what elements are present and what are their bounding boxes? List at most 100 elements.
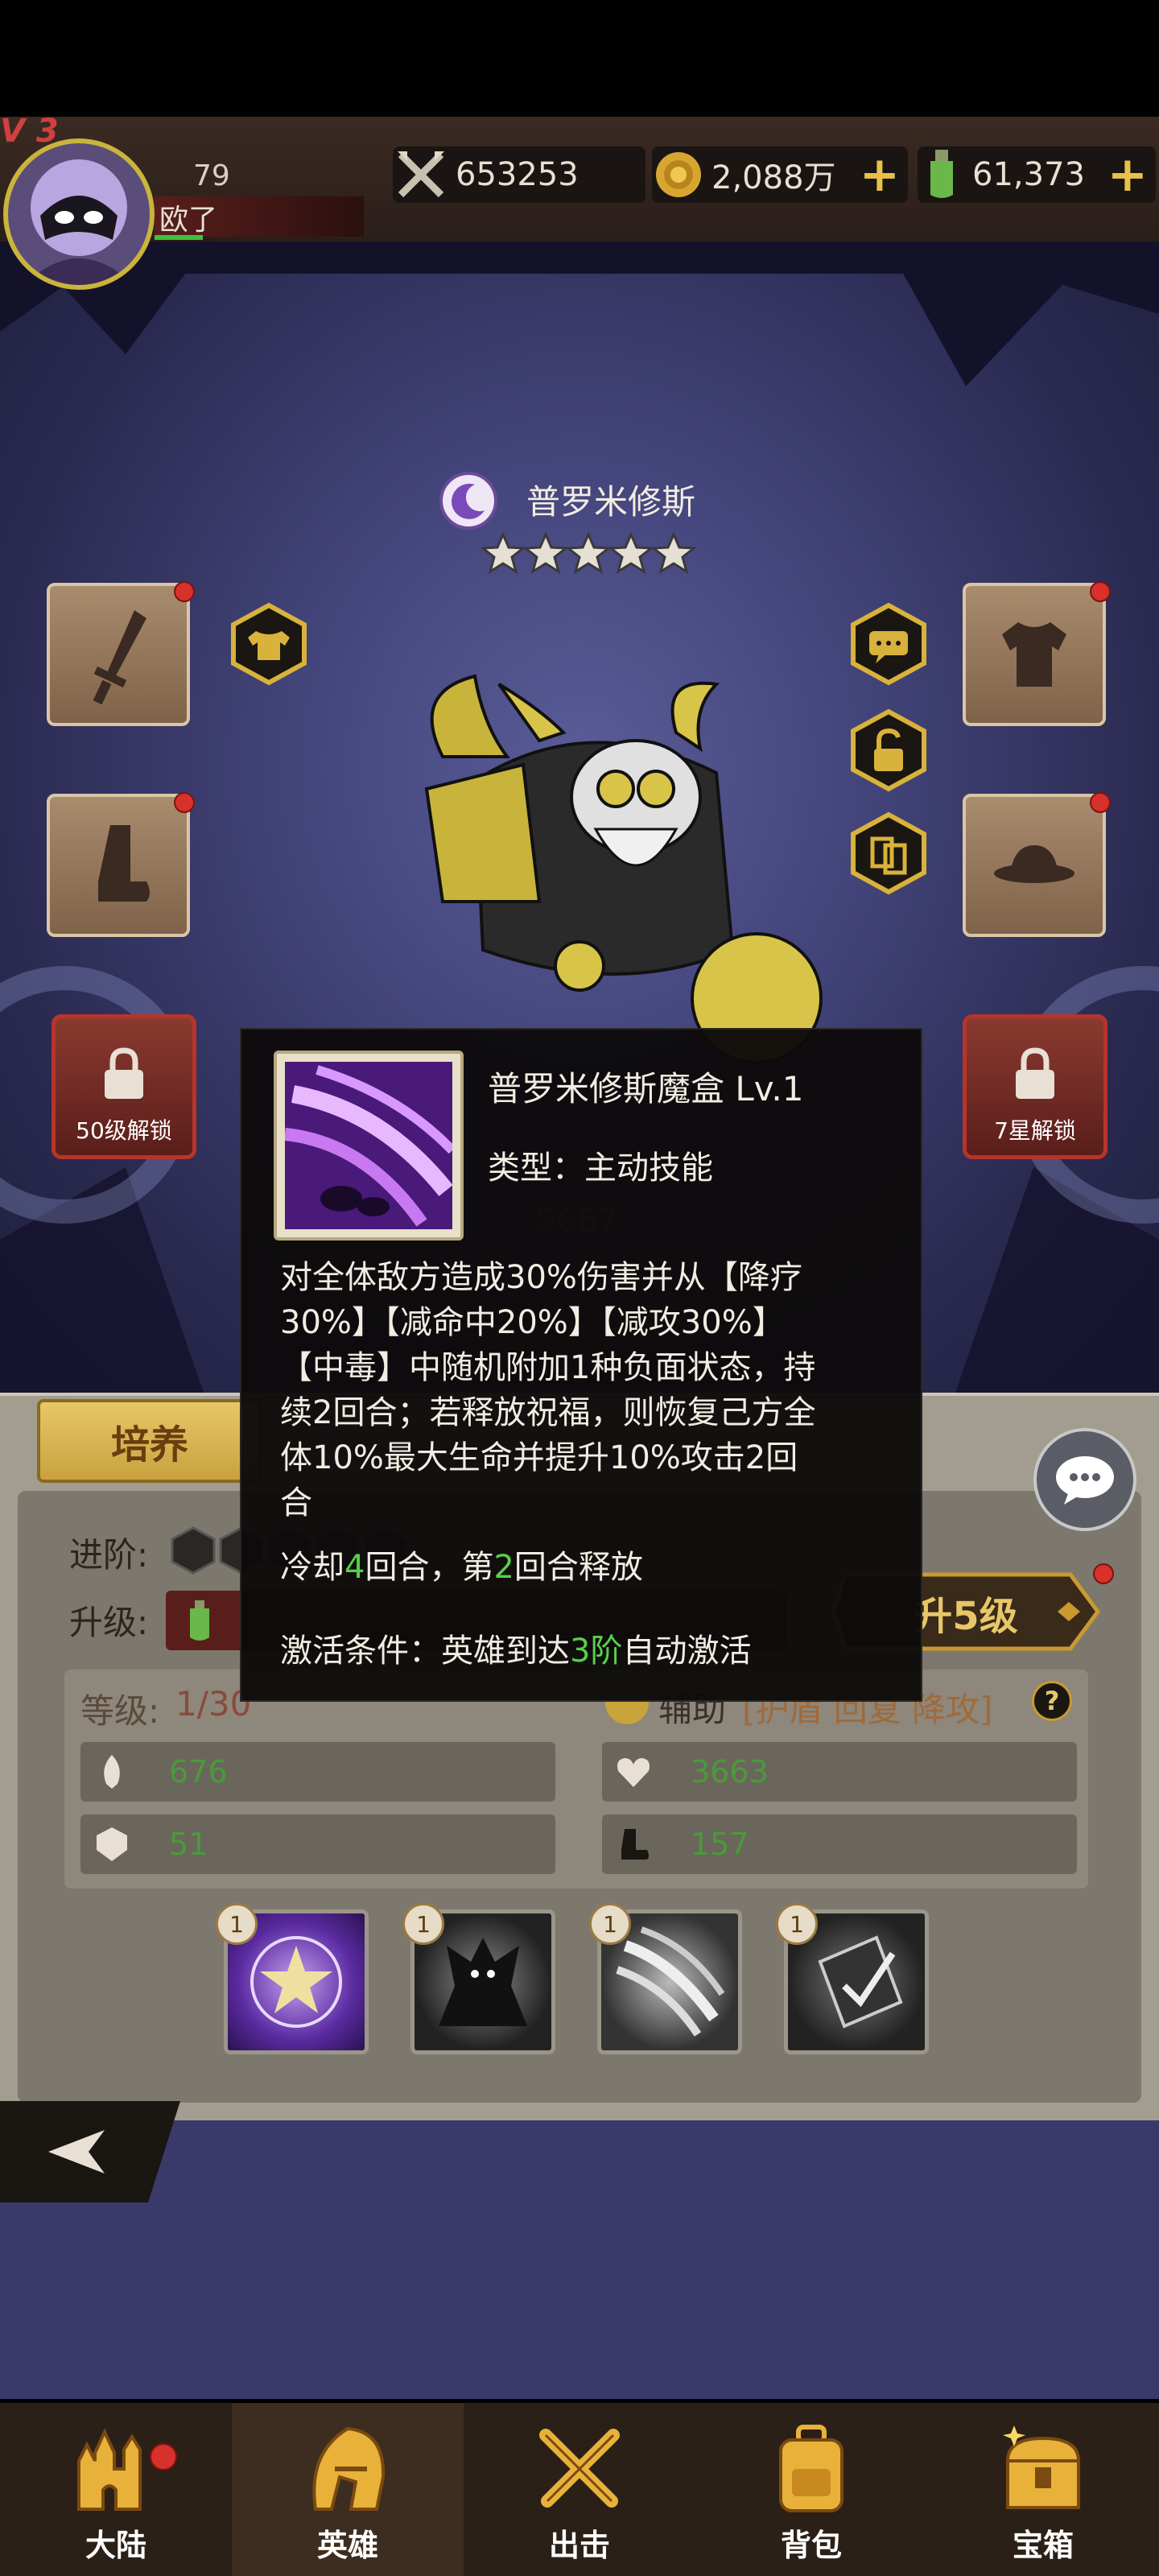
locked-slot-left-label: 50级解锁: [76, 1117, 172, 1144]
treasure-chest-icon: [1003, 2425, 1081, 2509]
hero-name: 普罗米修斯: [526, 482, 696, 522]
speed-boot-icon: [613, 1824, 654, 1864]
chat-hex-button[interactable]: [850, 602, 927, 686]
speed-value: 157: [691, 1827, 749, 1862]
player-avatar[interactable]: [3, 138, 155, 290]
tooltip-title: 普罗米修斯魔盒 Lv.1: [488, 1069, 804, 1108]
vip-badge: V 3: [0, 113, 59, 150]
add-potion-button[interactable]: +: [1107, 147, 1148, 203]
outfit-hex-button[interactable]: [230, 602, 307, 686]
nav-backpack[interactable]: 背包: [695, 2403, 927, 2576]
helmet-icon: [312, 2426, 386, 2511]
castle-icon: [77, 2428, 142, 2511]
backpack-icon: [779, 2425, 843, 2512]
attack-stat: 676: [80, 1742, 555, 1802]
lock-icon: [105, 1047, 143, 1099]
potion-cost-icon: [182, 1599, 217, 1647]
gold-value: 2,088万: [711, 159, 836, 196]
nav-battle[interactable]: 出击: [464, 2403, 695, 2576]
armor-alert-dot: [1090, 581, 1111, 602]
nav-battle-label: 出击: [548, 2528, 610, 2563]
tooltip-desc-line: 对全体敌方造成30%伤害并从【降疗: [280, 1259, 802, 1296]
hat-alert-dot: [1090, 792, 1111, 813]
nav-continent-alert-dot: [150, 2443, 177, 2471]
exp-bar: [155, 235, 203, 240]
back-button[interactable]: [0, 2101, 180, 2202]
advance-label: 进阶:: [69, 1535, 149, 1575]
level-label: 等级:: [80, 1691, 160, 1731]
tooltip-activate: 激活条件：英雄到达3阶自动激活: [280, 1633, 752, 1670]
unlock-hex-button[interactable]: [850, 708, 927, 792]
hero-stars: [479, 531, 699, 576]
moon-faction-icon: [439, 472, 497, 530]
skill-level-badge: 1: [776, 1903, 818, 1945]
status-bar-area: [0, 0, 1159, 117]
nav-hero[interactable]: 英雄: [232, 2403, 464, 2576]
potion-pill: 61,373 +: [918, 147, 1156, 203]
tooltip-cooldown: 冷却4回合，第2回合释放: [280, 1549, 643, 1586]
skill-level-badge: 1: [402, 1903, 444, 1945]
skill-level-badge: 1: [589, 1903, 631, 1945]
player-name: 欧了: [159, 204, 218, 237]
player-level: 79: [193, 159, 230, 192]
chat-button[interactable]: [1033, 1428, 1136, 1531]
power-pill: 653253: [393, 147, 645, 203]
tooltip-desc-line: 合: [280, 1484, 312, 1521]
nav-treasure[interactable]: 宝箱: [927, 2403, 1159, 2576]
sword-icon: [93, 610, 146, 705]
hat-slot[interactable]: [963, 794, 1106, 937]
hp-stat: 3663: [602, 1742, 1077, 1802]
speed-stat: 157: [602, 1814, 1077, 1874]
upgrade-alert-dot: [1093, 1563, 1114, 1584]
attack-icon: [92, 1752, 132, 1792]
armor-slot[interactable]: [963, 583, 1106, 726]
gold-coin-icon: [656, 152, 701, 197]
nav-continent[interactable]: 大陆: [0, 2403, 232, 2576]
shirt-icon: [1002, 622, 1066, 687]
attack-value: 676: [169, 1754, 228, 1790]
hat-icon: [994, 845, 1074, 883]
crossed-swords-icon: [398, 151, 444, 198]
power-value: 653253: [456, 156, 579, 193]
green-potion-icon: [930, 150, 953, 198]
nav-continent-label: 大陆: [85, 2528, 146, 2563]
hero-character[interactable]: [378, 660, 829, 1079]
nav-backpack-label: 背包: [780, 2528, 842, 2563]
skill-tooltip: 普罗米修斯魔盒 Lv.1 类型：主动技能 对全体敌方造成30%伤害并从【降疗 3…: [240, 1028, 922, 1702]
weapon-alert-dot: [174, 581, 195, 602]
boots-slot[interactable]: [47, 794, 190, 937]
skill-level-badge: 1: [216, 1903, 258, 1945]
cave-rock-right: [837, 242, 1159, 386]
boot-icon: [98, 825, 150, 902]
locked-slot-right-label: 7星解锁: [994, 1117, 1076, 1144]
lock-icon: [1016, 1047, 1054, 1099]
boots-alert-dot: [174, 792, 195, 813]
nav-treasure-label: 宝箱: [1012, 2528, 1074, 2563]
heart-icon: [613, 1752, 654, 1792]
add-gold-button[interactable]: +: [860, 147, 900, 203]
locked-slot-right[interactable]: 7星解锁: [963, 1014, 1107, 1159]
bottom-nav: 大陆 英雄 出击 背包 宝箱: [0, 2403, 1159, 2576]
tooltip-skill-icon-frame: [274, 1051, 464, 1241]
help-icon[interactable]: ?: [1032, 1681, 1072, 1721]
tooltip-desc-line: 【中毒】中随机附加1种负面状态，持: [280, 1349, 816, 1386]
tooltip-type: 类型：主动技能: [488, 1150, 713, 1187]
hp-value: 3663: [691, 1754, 769, 1790]
tooltip-desc-line: 体10%最大生命并提升10%攻击2回: [280, 1439, 798, 1476]
defense-stat: 51: [80, 1814, 555, 1874]
gold-pill: 2,088万 +: [652, 147, 908, 203]
nav-hero-label: 英雄: [316, 2528, 378, 2563]
swap-hex-button[interactable]: [850, 811, 927, 895]
locked-slot-left[interactable]: 50级解锁: [52, 1014, 196, 1159]
upgrade-label: 升级:: [69, 1603, 149, 1642]
potion-value: 61,373: [972, 156, 1085, 193]
weapon-slot[interactable]: [47, 583, 190, 726]
chat-bubble-icon: [1056, 1456, 1114, 1505]
shield-icon: [92, 1824, 132, 1864]
purple-claw-skill-icon: [284, 1062, 456, 1229]
crossed-swords-icon: [539, 2429, 620, 2508]
tooltip-desc-line: 30%】【减命中20%】【减攻30%】: [280, 1304, 785, 1341]
tooltip-desc-line: 续2回合；若释放祝福，则恢复己方全: [280, 1394, 816, 1431]
defense-value: 51: [169, 1827, 208, 1862]
tab-cultivate[interactable]: 培养: [37, 1399, 262, 1483]
